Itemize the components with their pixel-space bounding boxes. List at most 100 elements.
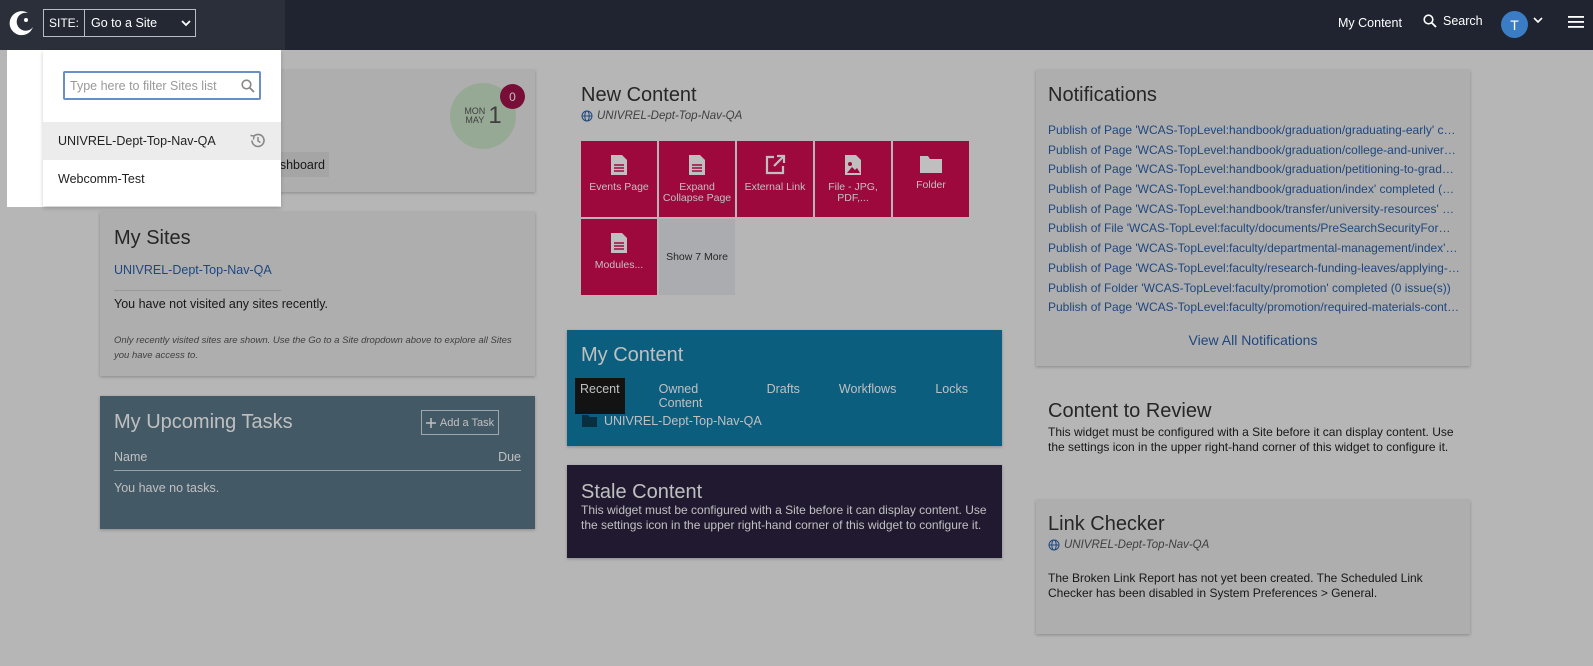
site-option-label: Webcomm-Test — [58, 172, 145, 186]
history-icon — [250, 133, 265, 148]
notifications-title: Notifications — [1048, 84, 1157, 106]
tasks-title: My Upcoming Tasks — [114, 411, 293, 433]
site-select-value: Go to a Site — [91, 16, 158, 30]
site-dropdown: Type here to filter Sites list UNIVREL-D… — [43, 50, 281, 206]
cascade-logo-icon[interactable] — [6, 8, 36, 38]
tab-owned-content[interactable]: Owned Content — [654, 378, 733, 414]
review-text: This widget must be configured with a Si… — [1048, 425, 1454, 454]
upcoming-tasks-widget: My Upcoming Tasks Add a Task Name Due Yo… — [100, 396, 535, 529]
page-icon — [611, 155, 627, 175]
folder-icon — [920, 156, 942, 173]
content-to-review-widget: Content to Review This widget must be co… — [1048, 400, 1468, 455]
top-right-nav: My Content Search T — [1328, 0, 1593, 50]
view-all-notifications-link[interactable]: View All Notifications — [1036, 332, 1470, 348]
show-more-label: Show 7 More — [666, 250, 728, 263]
image-file-icon — [845, 155, 861, 175]
calendar-month: MAY — [465, 115, 485, 125]
add-task-button[interactable]: Add a Task — [421, 410, 499, 435]
new-content-site: UNIVREL-Dept-Top-Nav-QA — [597, 110, 743, 122]
calendar-day: 1 — [488, 102, 502, 129]
tab-recent[interactable]: Recent — [575, 378, 625, 414]
site-option[interactable]: Webcomm-Test — [43, 160, 281, 198]
plus-icon — [425, 417, 436, 428]
link-checker-title: Link Checker — [1048, 513, 1165, 535]
my-sites-help: Only recently visited sites are shown. U… — [114, 335, 512, 361]
notification-item[interactable]: Publish of Page 'WCAS-TopLevel:faculty/r… — [1048, 259, 1460, 279]
chevron-down-icon[interactable] — [1533, 17, 1543, 24]
my-content-link[interactable]: My Content — [1338, 16, 1402, 30]
stale-text: This widget must be configured with a Si… — [581, 503, 987, 532]
search-icon — [237, 78, 259, 93]
notification-item[interactable]: Publish of Page 'WCAS-TopLevel:handbook/… — [1048, 141, 1460, 161]
tab-locks[interactable]: Locks — [930, 378, 973, 414]
notifications-widget: Notifications Publish of Page 'WCAS-TopL… — [1036, 70, 1470, 366]
my-content-widget: My Content Recent Owned Content Drafts W… — [567, 330, 1002, 446]
tile-expand-collapse-page[interactable]: Expand Collapse Page — [659, 141, 735, 217]
tile-label: Collapse Page — [662, 192, 732, 204]
divider — [114, 290, 281, 291]
filter-placeholder: Type here to filter Sites list — [70, 78, 217, 93]
notification-item[interactable]: Publish of Page 'WCAS-TopLevel:handbook/… — [1048, 200, 1460, 220]
tile-label: Folder — [916, 179, 946, 191]
list-item[interactable]: UNIVREL-Dept-Top-Nav-QA — [581, 414, 762, 428]
globe-icon — [1048, 539, 1060, 551]
notification-item[interactable]: Publish of Page 'WCAS-TopLevel:handbook/… — [1048, 180, 1460, 200]
stale-content-widget: Stale Content This widget must be config… — [567, 465, 1002, 558]
tile-external-link[interactable]: External Link — [737, 141, 813, 217]
tile-modules[interactable]: Modules... — [581, 219, 657, 295]
tab-workflows[interactable]: Workflows — [834, 378, 901, 414]
globe-icon — [581, 110, 593, 122]
hamburger-menu-icon[interactable] — [1568, 15, 1584, 29]
tile-label: PDF,... — [837, 192, 869, 204]
notifications-list: Publish of Page 'WCAS-TopLevel:handbook/… — [1048, 121, 1460, 318]
site-option[interactable]: UNIVREL-Dept-Top-Nav-QA — [43, 122, 281, 160]
my-sites-widget: My Sites UNIVREL-Dept-Top-Nav-QA You hav… — [100, 212, 535, 376]
new-content-title: New Content — [581, 84, 697, 106]
search-icon — [1423, 14, 1437, 28]
link-checker-widget: Link Checker UNIVREL-Dept-Top-Nav-QA The… — [1036, 500, 1470, 634]
review-title: Content to Review — [1048, 400, 1212, 422]
tile-label: External Link — [744, 181, 806, 193]
tab-drafts[interactable]: Drafts — [762, 378, 805, 414]
site-filter-input[interactable]: Type here to filter Sites list — [63, 71, 261, 100]
search-label: Search — [1443, 14, 1483, 28]
my-content-title: My Content — [581, 344, 684, 366]
tasks-col-name[interactable]: Name — [114, 450, 147, 464]
divider — [114, 470, 521, 471]
page-icon — [611, 233, 627, 253]
add-task-label: Add a Task — [439, 416, 495, 429]
tile-label: Events Page — [589, 181, 649, 193]
new-content-widget: New Content UNIVREL-Dept-Top-Nav-QA — [581, 84, 1001, 122]
notification-count-badge[interactable]: 0 — [500, 84, 525, 109]
notification-item[interactable]: Publish of Folder 'WCAS-TopLevel:faculty… — [1048, 279, 1460, 299]
tile-folder[interactable]: Folder — [893, 141, 969, 217]
folder-icon — [582, 415, 597, 427]
my-content-tabs: Recent Owned Content Drafts Workflows Lo… — [575, 378, 1002, 414]
notification-item[interactable]: Publish of Page 'WCAS-TopLevel:handbook/… — [1048, 121, 1460, 141]
my-sites-title: My Sites — [114, 227, 191, 249]
site-option-label: UNIVREL-Dept-Top-Nav-QA — [58, 134, 216, 148]
external-link-icon — [765, 154, 786, 175]
stale-title: Stale Content — [581, 481, 703, 503]
notification-item[interactable]: Publish of File 'WCAS-TopLevel:faculty/d… — [1048, 219, 1460, 239]
show-more-tile[interactable]: Show 7 More — [659, 219, 735, 295]
avatar[interactable]: T — [1501, 11, 1528, 38]
link-checker-text: The Broken Link Report has not yet been … — [1048, 571, 1423, 600]
my-sites-note: You have not visited any sites recently. — [114, 297, 329, 311]
tile-file[interactable]: File - JPG, PDF,... — [815, 141, 891, 217]
search-link[interactable]: Search — [1423, 14, 1483, 28]
link-checker-site: UNIVREL-Dept-Top-Nav-QA — [1064, 539, 1210, 551]
chevron-down-icon — [177, 19, 195, 27]
page-icon — [689, 155, 705, 175]
tasks-col-due[interactable]: Due — [498, 450, 521, 464]
dashboard-button[interactable]: ashboard — [273, 152, 329, 177]
my-sites-link[interactable]: UNIVREL-Dept-Top-Nav-QA — [114, 263, 272, 277]
tile-events-page[interactable]: Events Page — [581, 141, 657, 217]
tile-label: Modules... — [594, 259, 644, 271]
list-item-label: UNIVREL-Dept-Top-Nav-QA — [604, 414, 762, 428]
tasks-empty: You have no tasks. — [114, 481, 220, 495]
notification-item[interactable]: Publish of Page 'WCAS-TopLevel:faculty/d… — [1048, 239, 1460, 259]
notification-item[interactable]: Publish of Page 'WCAS-TopLevel:handbook/… — [1048, 160, 1460, 180]
site-select[interactable]: SITE: Go to a Site — [43, 9, 196, 37]
notification-item[interactable]: Publish of Page 'WCAS-TopLevel:faculty/p… — [1048, 298, 1460, 318]
